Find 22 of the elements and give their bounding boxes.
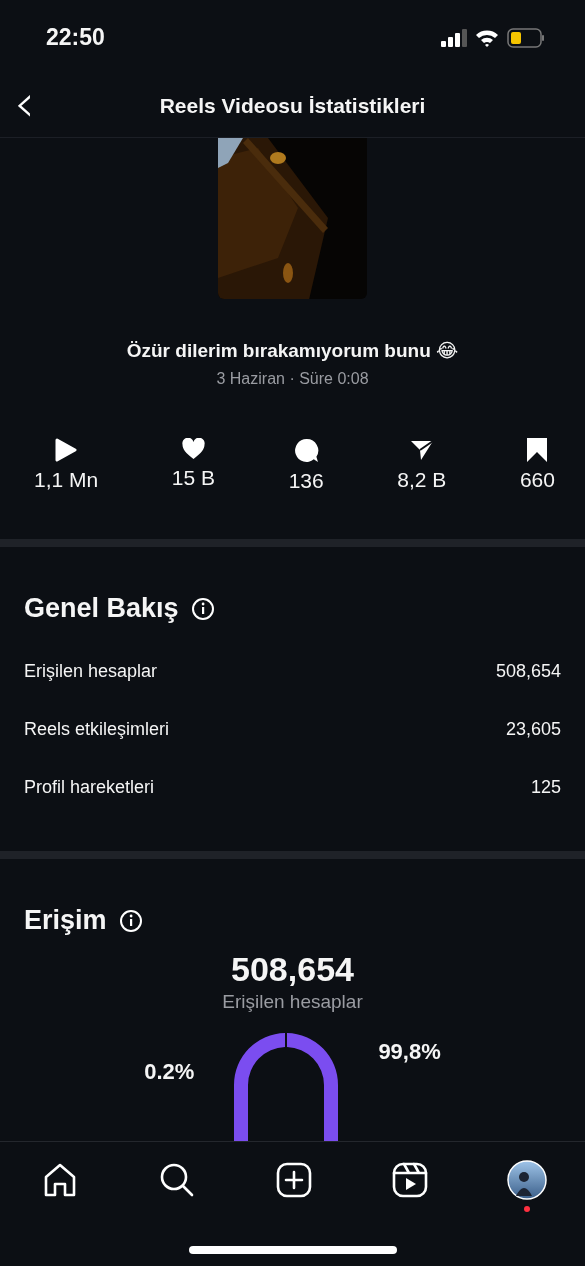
stat-value: 15 B bbox=[171, 465, 215, 490]
metric-label: Profil hareketleri bbox=[24, 776, 155, 798]
stat-value: 8,2 B bbox=[397, 467, 447, 492]
section-title: Genel Bakış bbox=[24, 593, 179, 625]
metric-label: Erişilen hesaplar bbox=[24, 660, 158, 682]
metric-value: 125 bbox=[530, 776, 561, 798]
page-title: Reels Videosu İstatistikleri bbox=[159, 94, 426, 118]
stat-value: 1,1 Mn bbox=[34, 467, 99, 492]
percent-label: 99,8% bbox=[378, 1039, 441, 1065]
metric-value: 23,605 bbox=[505, 718, 561, 740]
stat-value: 660 bbox=[519, 467, 555, 492]
reach-total: 508,654 bbox=[231, 950, 354, 989]
back-button[interactable]: ‹ bbox=[8, 83, 41, 123]
reach-label: Erişilen hesaplar bbox=[222, 991, 363, 1013]
metric-value: 508,654 bbox=[495, 660, 561, 682]
stat-value: 136 bbox=[288, 468, 324, 493]
section-title: Erişim bbox=[24, 905, 107, 936]
status-time: 22:50 bbox=[46, 24, 105, 51]
video-caption: Özür dilerim bırakamıyorum bunu 😂 bbox=[125, 338, 460, 362]
percent-label: 0.2% bbox=[144, 1059, 195, 1085]
metric-label: Reels etkileşimleri bbox=[24, 718, 170, 740]
video-meta: 3 Haziran · Süre 0:08 bbox=[215, 369, 370, 388]
